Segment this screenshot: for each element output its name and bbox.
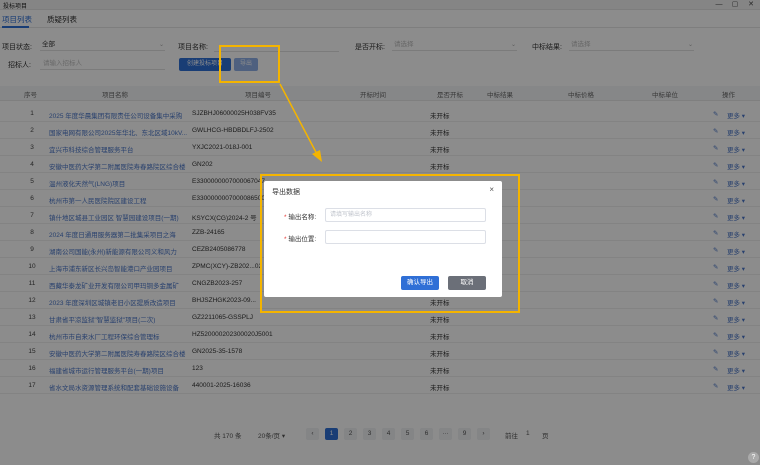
- output-name-label-text: 输出名称:: [288, 214, 317, 221]
- required-mark: *: [284, 236, 287, 243]
- output-path-label-text: 输出位置:: [288, 236, 317, 243]
- annotation-arrow: [279, 83, 322, 162]
- required-mark: *: [284, 214, 287, 221]
- output-name-input[interactable]: [325, 208, 486, 222]
- output-name-label: * 输出名称:: [284, 211, 316, 221]
- output-path-label: * 输出位置:: [284, 233, 316, 243]
- output-path-input[interactable]: [325, 230, 486, 244]
- close-icon[interactable]: ×: [489, 185, 494, 194]
- cancel-button[interactable]: 取消: [448, 276, 486, 290]
- confirm-export-button[interactable]: 确认导出: [401, 276, 439, 290]
- dialog-title: 导出数据: [272, 189, 300, 196]
- help-icon[interactable]: ?: [748, 452, 759, 463]
- export-dialog: 导出数据 × * 输出名称: * 输出位置: 确认导出 取消: [264, 181, 502, 297]
